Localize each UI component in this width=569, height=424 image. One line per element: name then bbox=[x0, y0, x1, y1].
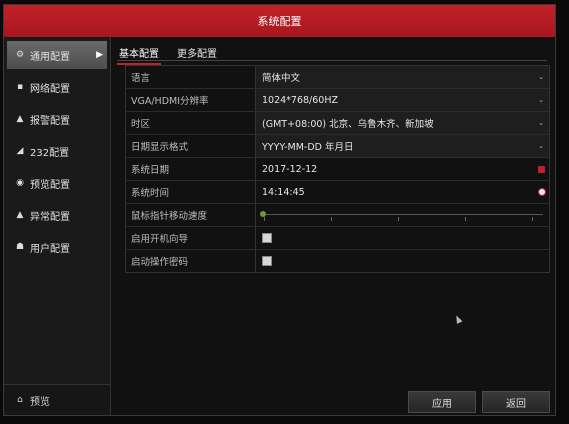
slider-tick bbox=[465, 217, 466, 221]
sidebar-item-label: 预览配置 bbox=[30, 179, 70, 191]
boot-wizard-checkbox[interactable] bbox=[262, 233, 272, 243]
mouse-speed-slider[interactable] bbox=[256, 204, 549, 226]
setting-label: 系统日期 bbox=[126, 158, 256, 180]
system-date-field[interactable]: 2017-12-12 bbox=[256, 158, 549, 180]
setting-row-language: 语言 简体中文 ⌄ bbox=[126, 66, 549, 89]
operation-password-checkbox[interactable] bbox=[262, 256, 272, 266]
slider-track[interactable] bbox=[264, 214, 543, 215]
eye-icon: ◉ bbox=[16, 178, 24, 188]
home-icon: ⌂ bbox=[17, 395, 23, 405]
preview-button[interactable]: ⌂ 预览 bbox=[4, 384, 110, 415]
sidebar-item-label: 通用配置 bbox=[30, 51, 70, 63]
users-icon: ☗ bbox=[15, 242, 25, 252]
tab-more-config[interactable]: 更多配置 bbox=[175, 43, 219, 65]
setting-label: 启用开机向导 bbox=[126, 227, 256, 249]
sidebar-item-label: 网络配置 bbox=[30, 83, 70, 95]
slider-tick bbox=[264, 217, 265, 221]
timezone-select[interactable]: (GMT+08:00) 北京、乌鲁木齐、新加坡 ⌄ bbox=[256, 112, 549, 134]
slider-tick bbox=[532, 217, 533, 221]
setting-label: 鼠标指针移动速度 bbox=[126, 204, 256, 226]
title-bar: 系统配置 bbox=[4, 5, 555, 37]
sidebar-item-label: 异常配置 bbox=[30, 211, 70, 223]
chevron-down-icon: ⌄ bbox=[538, 73, 544, 81]
setting-row-timezone: 时区 (GMT+08:00) 北京、乌鲁木齐、新加坡 ⌄ bbox=[126, 112, 549, 135]
date-format-select[interactable]: YYYY-MM-DD 年月日 ⌄ bbox=[256, 135, 549, 157]
slider-tick bbox=[398, 217, 399, 221]
tab-bar: 基本配置 更多配置 bbox=[117, 43, 219, 65]
system-time-field[interactable]: 14:14:45 bbox=[256, 181, 549, 203]
select-value: 简体中文 bbox=[262, 73, 301, 84]
sidebar-item-label: 用户配置 bbox=[30, 243, 70, 255]
select-value: YYYY-MM-DD 年月日 bbox=[262, 142, 354, 153]
sidebar-item-serial[interactable]: ◢ 232配置 bbox=[4, 135, 110, 167]
setting-row-date-format: 日期显示格式 YYYY-MM-DD 年月日 ⌄ bbox=[126, 135, 549, 158]
setting-row-resolution: VGA/HDMI分辨率 1024*768/60HZ ⌄ bbox=[126, 89, 549, 112]
setting-row-mouse-speed: 鼠标指针移动速度 bbox=[126, 204, 549, 227]
sidebar-item-exception[interactable]: ▲ 异常配置 bbox=[4, 199, 110, 231]
setting-row-operation-password: 启动操作密码 bbox=[126, 250, 549, 272]
sidebar-item-network[interactable]: ▪ 网络配置 bbox=[4, 71, 110, 103]
apply-button[interactable]: 应用 bbox=[408, 391, 476, 413]
select-value: (GMT+08:00) 北京、乌鲁木齐、新加坡 bbox=[262, 119, 434, 130]
time-value: 14:14:45 bbox=[262, 186, 305, 198]
sidebar-item-preview-config[interactable]: ◉ 预览配置 bbox=[4, 167, 110, 199]
setting-label: 启动操作密码 bbox=[126, 250, 256, 272]
tab-divider bbox=[117, 60, 547, 61]
window-title: 系统配置 bbox=[257, 15, 302, 28]
slider-tick bbox=[331, 217, 332, 221]
network-icon: ▪ bbox=[16, 82, 24, 92]
calendar-icon[interactable] bbox=[538, 165, 545, 173]
mouse-cursor-icon bbox=[453, 314, 463, 324]
serial-icon: ◢ bbox=[16, 146, 24, 156]
chevron-right-icon: ▶ bbox=[96, 50, 103, 60]
back-button[interactable]: 返回 bbox=[482, 391, 550, 413]
sidebar-item-label: 232配置 bbox=[30, 147, 70, 159]
setting-row-system-time: 系统时间 14:14:45 bbox=[126, 181, 549, 204]
chevron-down-icon: ⌄ bbox=[538, 142, 544, 150]
date-value: 2017-12-12 bbox=[262, 163, 318, 175]
setting-row-boot-wizard: 启用开机向导 bbox=[126, 227, 549, 250]
slider-handle[interactable] bbox=[260, 211, 266, 217]
sidebar: ⚙ 通用配置 ▶ ▪ 网络配置 ▲ 报警配置 ◢ 232配置 ◉ 预览配置 ▲ bbox=[4, 37, 111, 415]
main-panel: 基本配置 更多配置 语言 简体中文 ⌄ VGA/HDMI分辨率 1024*768… bbox=[111, 37, 555, 415]
setting-label: 时区 bbox=[126, 112, 256, 134]
clock-icon[interactable] bbox=[538, 188, 546, 196]
operation-password-cell bbox=[256, 250, 549, 272]
sidebar-item-alarm[interactable]: ▲ 报警配置 bbox=[4, 103, 110, 135]
sidebar-item-label: 报警配置 bbox=[30, 115, 70, 127]
preview-label: 预览 bbox=[30, 396, 50, 408]
setting-row-system-date: 系统日期 2017-12-12 bbox=[126, 158, 549, 181]
boot-wizard-cell bbox=[256, 227, 549, 249]
tab-basic-config[interactable]: 基本配置 bbox=[117, 43, 161, 65]
resolution-select[interactable]: 1024*768/60HZ ⌄ bbox=[256, 89, 549, 111]
sidebar-item-general[interactable]: ⚙ 通用配置 ▶ bbox=[7, 41, 107, 69]
select-value: 1024*768/60HZ bbox=[262, 94, 338, 106]
system-config-window: 系统配置 ⚙ 通用配置 ▶ ▪ 网络配置 ▲ 报警配置 ◢ 232配置 ◉ 预览… bbox=[3, 4, 556, 416]
setting-label: 日期显示格式 bbox=[126, 135, 256, 157]
alarm-icon: ▲ bbox=[16, 114, 24, 124]
gear-icon: ⚙ bbox=[15, 50, 25, 60]
settings-grid: 语言 简体中文 ⌄ VGA/HDMI分辨率 1024*768/60HZ ⌄ 时区… bbox=[125, 65, 550, 273]
sidebar-item-users[interactable]: ☗ 用户配置 bbox=[4, 231, 110, 263]
chevron-down-icon: ⌄ bbox=[538, 96, 544, 104]
chevron-down-icon: ⌄ bbox=[538, 119, 544, 127]
warning-icon: ▲ bbox=[16, 210, 24, 220]
language-select[interactable]: 简体中文 ⌄ bbox=[256, 66, 549, 88]
setting-label: 系统时间 bbox=[126, 181, 256, 203]
setting-label: VGA/HDMI分辨率 bbox=[126, 89, 256, 111]
setting-label: 语言 bbox=[126, 66, 256, 88]
